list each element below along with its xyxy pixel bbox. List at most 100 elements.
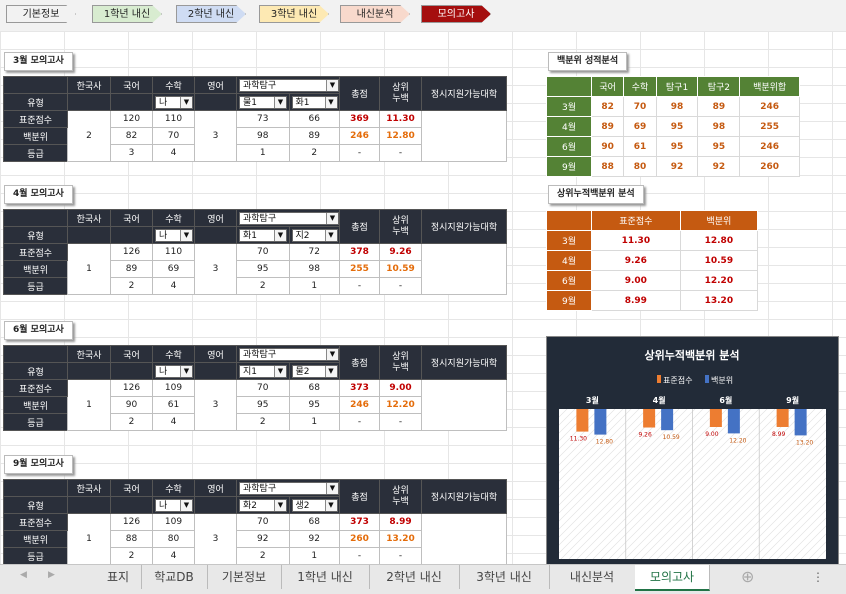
dropdown-value: 화1 (295, 97, 310, 108)
cum-cell: 9.26 (591, 250, 681, 271)
cell: 89 (110, 260, 153, 278)
cum-row-month: 4월 (546, 250, 592, 271)
cum-percentile-chart[interactable]: 상위누적백분위 분석 표준점수 백분위 3월 11.30 12.80 4월 9.26 10.59… (546, 336, 839, 566)
cell: 3 (110, 144, 153, 162)
sheet-tab[interactable]: 내신분석 (549, 565, 636, 589)
math-type-dropdown[interactable]: 나 ▼ (155, 498, 193, 512)
science-select-cell: 과학탐구 ▼ (236, 479, 340, 497)
sheet-tab[interactable]: 기본정보 (207, 565, 282, 589)
add-sheet-icon[interactable]: ⊕ (741, 567, 754, 586)
corner-cell (546, 210, 592, 231)
pct-cell: 69 (623, 116, 657, 137)
inquiry2-dropdown[interactable]: 생2 ▼ (291, 498, 338, 512)
pct-col-header: 탐구1 (655, 76, 699, 97)
science-select-cell: 과학탐구 ▼ (236, 76, 340, 94)
inquiry2-dropdown[interactable]: 물2 ▼ (291, 364, 338, 378)
std-total: 369 (339, 110, 380, 128)
sheet-tab[interactable]: 3학년 내신 (459, 565, 550, 589)
row-pctl: 백분위 (3, 530, 68, 548)
math-type-dropdown[interactable]: 나 ▼ (155, 364, 193, 378)
type-cell (110, 496, 153, 514)
dropdown-value: 과학탐구 (243, 80, 277, 91)
std-total: 373 (339, 379, 380, 397)
col-korhist: 한국사 (67, 209, 111, 227)
cell: 92 (236, 530, 290, 548)
cell: 66 (288, 110, 340, 128)
science-select-cell: 과학탐구 ▼ (236, 345, 340, 363)
exam-table: 한국사 국어 수학 영어 과학탐구 ▼ 총점 상위 누백 정시지원가능대학 유형 나… (3, 479, 507, 565)
cell: 109 (152, 513, 195, 531)
sheet-tab[interactable]: 학교DB (141, 565, 208, 589)
sheet-tab[interactable]: 2학년 내신 (369, 565, 460, 589)
inquiry2-dropdown[interactable]: 화1 ▼ (291, 95, 338, 109)
math-type-cell: 나 ▼ (152, 93, 195, 111)
math-type-cell: 나 ▼ (152, 362, 195, 380)
nav-mock-exam[interactable]: 모의고사 (421, 5, 491, 23)
exam-title: 3월 모의고사 (4, 52, 73, 71)
cell: 4 (152, 277, 195, 295)
math-type-dropdown[interactable]: 나 ▼ (155, 95, 193, 109)
col-eng: 영어 (194, 345, 237, 363)
category-label: 3월 (586, 395, 599, 405)
more-icon[interactable]: ⋮ (812, 570, 824, 584)
cum-cell: 8.99 (591, 290, 681, 311)
chevron-down-icon: ▼ (180, 96, 192, 108)
col-cum-pct: 상위 누백 (379, 345, 422, 380)
nav-analysis[interactable]: 내신분석 (340, 5, 410, 23)
science-dropdown[interactable]: 과학탐구 ▼ (239, 78, 339, 92)
dropdown-value: 나 (159, 500, 168, 511)
pct-cell: 95 (655, 116, 699, 137)
math-type-dropdown[interactable]: 나 ▼ (155, 228, 193, 242)
sheet-tab[interactable]: 1학년 내신 (281, 565, 370, 589)
exam-table: 한국사 국어 수학 영어 과학탐구 ▼ 총점 상위 누백 정시지원가능대학 유형 나… (3, 345, 507, 431)
inquiry1-cell: 물1 ▼ (236, 93, 290, 111)
cell: 4 (152, 413, 195, 431)
cell: 2 (288, 144, 340, 162)
science-dropdown[interactable]: 과학탐구 ▼ (239, 481, 339, 495)
cum-cell: 11.30 (591, 230, 681, 251)
col-math: 수학 (152, 479, 195, 497)
legend-swatch (657, 375, 661, 383)
col-total: 총점 (339, 479, 380, 514)
pctl-total: 260 (339, 530, 380, 548)
pct-cell: 98 (697, 116, 741, 137)
sheet-tab-bar: ◀ ▶ 표지 학교DB 기본정보 1학년 내신 2학년 내신 3학년 내신 내신분석 모의고사… (0, 564, 846, 594)
chart-title: 상위누적백분위 분석 (645, 348, 740, 362)
type-cell (110, 362, 153, 380)
cell: 2 (236, 413, 290, 431)
inquiry2-dropdown[interactable]: 지2 ▼ (291, 228, 338, 242)
pctl-cum-pct: 12.80 (379, 127, 422, 145)
cell: - (339, 277, 380, 295)
science-dropdown[interactable]: 과학탐구 ▼ (239, 347, 339, 361)
pct-row-month: 4월 (546, 116, 592, 137)
chevron-down-icon: ▼ (324, 229, 337, 241)
sheet-tab[interactable]: 표지 (95, 565, 142, 589)
inquiry1-dropdown[interactable]: 화1 ▼ (239, 228, 287, 242)
exam-table: 한국사 국어 수학 영어 과학탐구 ▼ 총점 상위 누백 정시지원가능대학 유형 나… (3, 209, 507, 295)
science-dropdown[interactable]: 과학탐구 ▼ (239, 211, 339, 225)
nav-grade2[interactable]: 2학년 내신 (176, 5, 246, 23)
inquiry2-cell: 생2 ▼ (288, 496, 340, 514)
inquiry1-dropdown[interactable]: 물1 ▼ (239, 95, 287, 109)
bar (776, 409, 789, 427)
nav-basic-info[interactable]: 기본정보 (6, 5, 76, 23)
korhist-grade: 2 (67, 110, 111, 162)
cell: 1 (236, 144, 290, 162)
nav-grade1[interactable]: 1학년 내신 (92, 5, 162, 23)
inquiry1-dropdown[interactable]: 화2 ▼ (239, 498, 287, 512)
cell: 2 (110, 277, 153, 295)
type-cell (194, 362, 237, 380)
col-korhist: 한국사 (67, 479, 111, 497)
col-cum-pct-line2: 누백 (392, 362, 409, 373)
cell: 68 (288, 513, 340, 531)
bar (727, 409, 740, 434)
korhist-grade: 1 (67, 513, 111, 565)
sheet-tab[interactable]: 모의고사 (635, 565, 710, 591)
cell: 90 (110, 396, 153, 414)
inquiry1-dropdown[interactable]: 지1 ▼ (239, 364, 287, 378)
nav-grade3[interactable]: 3학년 내신 (259, 5, 329, 23)
prev-sheet-icon[interactable]: ◀ (20, 570, 27, 580)
std-total: 378 (339, 243, 380, 261)
next-sheet-icon[interactable]: ▶ (48, 570, 55, 580)
cum-cell: 9.00 (591, 270, 681, 291)
